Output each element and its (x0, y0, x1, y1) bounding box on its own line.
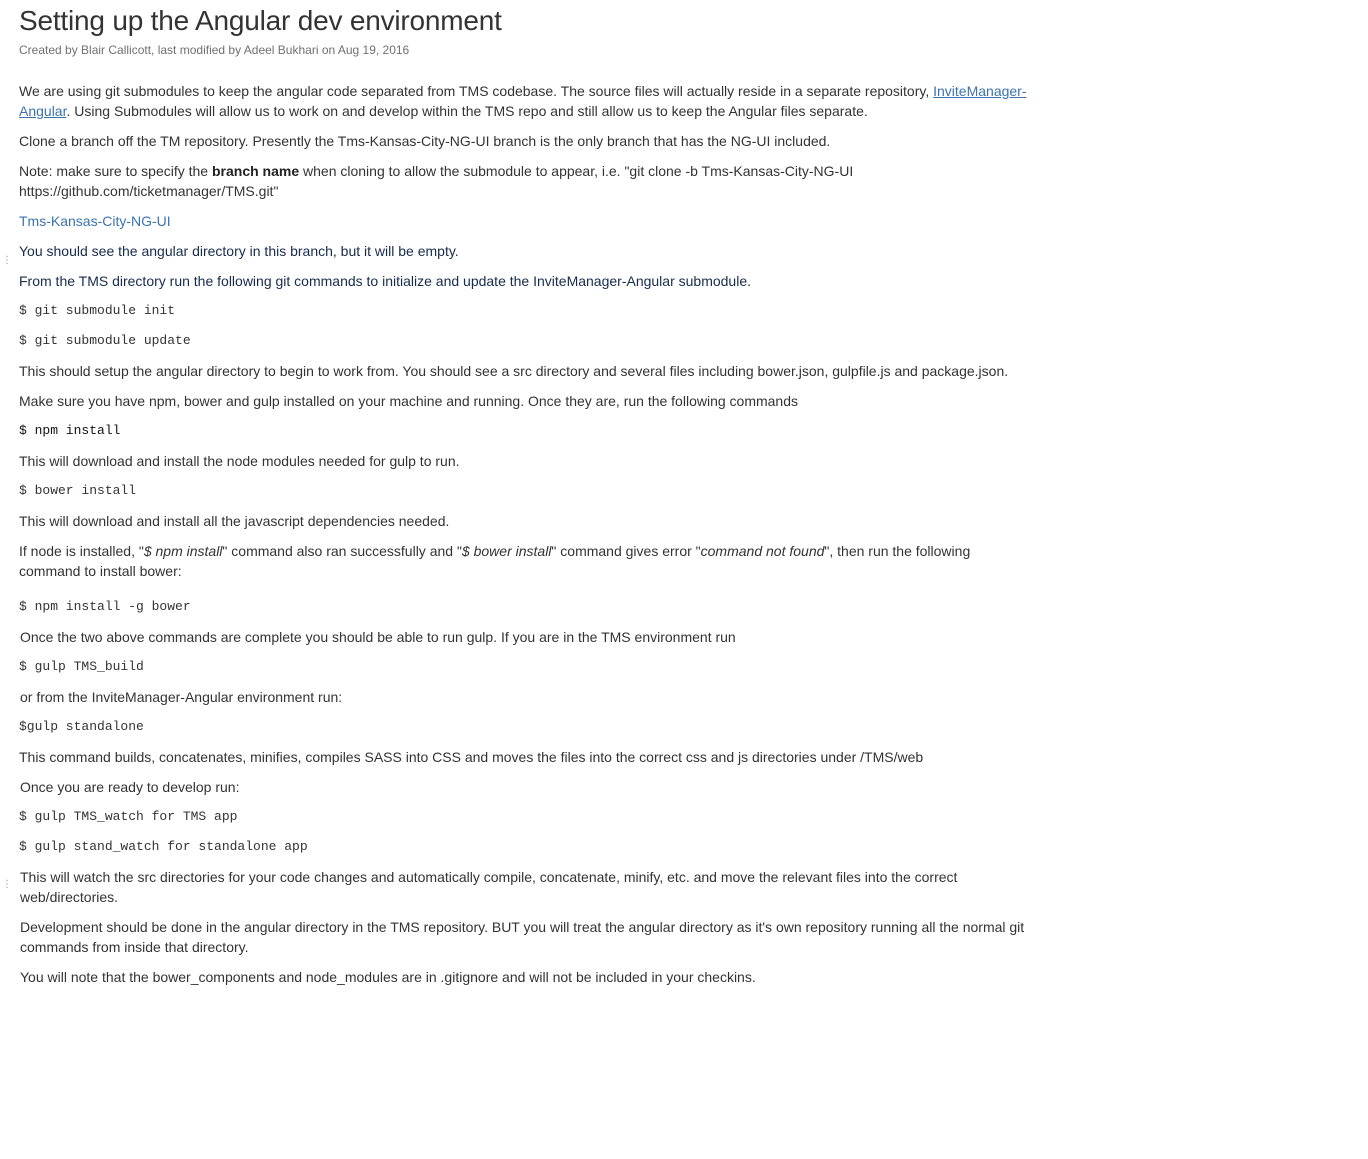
paragraph: From the TMS directory run the following… (19, 273, 752, 289)
page-title: Setting up the Angular dev environment (19, 5, 502, 36)
code-command: $gulp standalone (19, 719, 144, 734)
paragraph: Once the two above commands are complete… (20, 629, 736, 645)
paragraph: Clone a branch off the TM repository. Pr… (19, 133, 831, 149)
page-body: We are using git submodules to keep the … (19, 81, 1039, 987)
page-metadata: Created by Blair Callicott, last modifie… (19, 43, 410, 57)
paragraph: Once you are ready to develop run: (20, 779, 240, 795)
code-command: $ gulp stand_watch for standalone app (19, 839, 308, 854)
paragraph: Make sure you have npm, bower and gulp i… (19, 393, 799, 409)
paragraph: This will download and install the node … (19, 453, 460, 469)
drag-handle-icon[interactable]: ⋮ (2, 256, 12, 273)
paragraph: or from the InviteManager-Angular enviro… (20, 689, 343, 705)
branch-link[interactable]: Tms-Kansas-City-NG-UI (19, 213, 171, 229)
page-content: Setting up the Angular dev environment C… (19, 0, 1039, 997)
paragraph: This command builds, concatenates, minif… (19, 749, 924, 765)
code-command: $ git submodule init (19, 303, 176, 318)
paragraph: You should see the angular directory in … (19, 243, 459, 259)
paragraph: You will note that the bower_components … (20, 969, 756, 985)
paragraph: Note: make sure to specify the branch na… (19, 163, 854, 199)
code-command: $ npm install -g bower (19, 599, 191, 614)
paragraph: Development should be done in the angula… (20, 919, 1025, 955)
code-command: $ gulp TMS_build (19, 659, 144, 674)
code-command: $ npm install (19, 423, 121, 438)
code-command: $ bower install (19, 483, 137, 498)
drag-handle-icon[interactable]: ⋮ (2, 880, 12, 897)
paragraph: We are using git submodules to keep the … (19, 83, 1027, 119)
paragraph: This will watch the src directories for … (20, 869, 958, 905)
paragraph: This will download and install all the j… (19, 513, 450, 529)
paragraph: This should setup the angular directory … (19, 363, 1009, 379)
paragraph: If node is installed, "$ npm install" co… (19, 543, 971, 579)
code-command: $ git submodule update (19, 333, 191, 348)
paragraph: Tms-Kansas-City-NG-UI (19, 211, 1039, 231)
code-command: $ gulp TMS_watch for TMS app (19, 809, 238, 824)
